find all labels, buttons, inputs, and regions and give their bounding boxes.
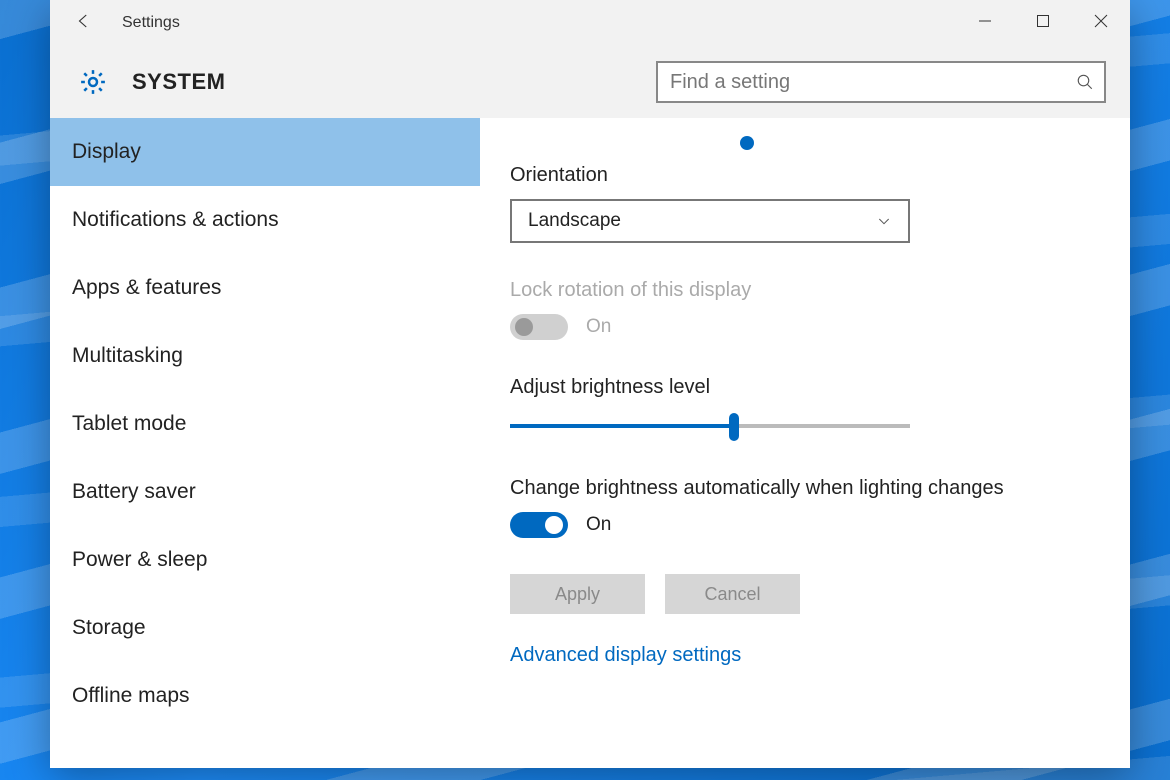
lock-rotation-toggle <box>510 314 568 340</box>
header: SYSTEM <box>50 46 1130 118</box>
apply-button[interactable]: Apply <box>510 574 645 614</box>
auto-brightness-row: On <box>510 512 1100 538</box>
titlebar: Settings <box>50 0 1130 46</box>
body: Display Notifications & actions Apps & f… <box>50 118 1130 768</box>
page-title: SYSTEM <box>132 69 225 95</box>
sidebar-item-storage[interactable]: Storage <box>50 594 480 662</box>
slider-thumb[interactable] <box>729 413 739 441</box>
orientation-value: Landscape <box>528 210 621 232</box>
lock-rotation-state: On <box>586 316 611 338</box>
minimize-button[interactable] <box>956 0 1014 46</box>
sidebar-item-label: Offline maps <box>72 684 190 708</box>
brightness-slider[interactable] <box>510 411 910 441</box>
back-button[interactable] <box>62 0 106 46</box>
sidebar-item-label: Storage <box>72 616 146 640</box>
resolution-slider-thumb[interactable] <box>740 136 754 150</box>
brightness-label: Adjust brightness level <box>510 376 1100 399</box>
lock-rotation-row: On <box>510 314 1100 340</box>
sidebar-item-notifications[interactable]: Notifications & actions <box>50 186 480 254</box>
cancel-button[interactable]: Cancel <box>665 574 800 614</box>
auto-brightness-toggle[interactable] <box>510 512 568 538</box>
sidebar-item-battery-saver[interactable]: Battery saver <box>50 458 480 526</box>
link-label: Advanced display settings <box>510 644 741 666</box>
button-label: Cancel <box>704 584 760 605</box>
close-icon <box>1094 14 1108 33</box>
search-container <box>656 61 1106 103</box>
chevron-down-icon <box>876 213 892 229</box>
sidebar-item-label: Notifications & actions <box>72 208 279 232</box>
sidebar-item-multitasking[interactable]: Multitasking <box>50 322 480 390</box>
sidebar-item-power-sleep[interactable]: Power & sleep <box>50 526 480 594</box>
auto-brightness-state: On <box>586 514 611 536</box>
search-icon <box>1076 73 1094 91</box>
sidebar-item-offline-maps[interactable]: Offline maps <box>50 662 480 730</box>
button-row: Apply Cancel <box>510 574 1100 614</box>
maximize-button[interactable] <box>1014 0 1072 46</box>
sidebar-item-apps[interactable]: Apps & features <box>50 254 480 322</box>
orientation-label: Orientation <box>510 164 1100 187</box>
content-pane: Orientation Landscape Lock rotation of t… <box>480 118 1130 768</box>
gear-icon <box>78 67 108 97</box>
sidebar-item-label: Battery saver <box>72 480 196 504</box>
orientation-select[interactable]: Landscape <box>510 199 910 243</box>
sidebar-item-label: Apps & features <box>72 276 221 300</box>
search-input[interactable] <box>656 61 1106 103</box>
lock-rotation-label: Lock rotation of this display <box>510 279 1100 302</box>
sidebar-item-label: Display <box>72 140 141 164</box>
advanced-display-link[interactable]: Advanced display settings <box>510 644 1100 667</box>
toggle-knob <box>545 516 563 534</box>
sidebar-item-label: Power & sleep <box>72 548 207 572</box>
sidebar: Display Notifications & actions Apps & f… <box>50 118 480 768</box>
settings-window: Settings SYSTEM <box>50 0 1130 768</box>
slider-fill <box>510 424 734 428</box>
sidebar-item-display[interactable]: Display <box>50 118 480 186</box>
window-title: Settings <box>122 14 180 32</box>
minimize-icon <box>978 14 992 33</box>
sidebar-item-label: Tablet mode <box>72 412 186 436</box>
back-arrow-icon <box>75 12 93 35</box>
window-controls <box>956 0 1130 46</box>
button-label: Apply <box>555 584 600 605</box>
sidebar-item-label: Multitasking <box>72 344 183 368</box>
auto-brightness-label: Change brightness automatically when lig… <box>510 477 1100 500</box>
maximize-icon <box>1036 14 1050 33</box>
sidebar-item-tablet-mode[interactable]: Tablet mode <box>50 390 480 458</box>
toggle-knob <box>515 318 533 336</box>
close-button[interactable] <box>1072 0 1130 46</box>
